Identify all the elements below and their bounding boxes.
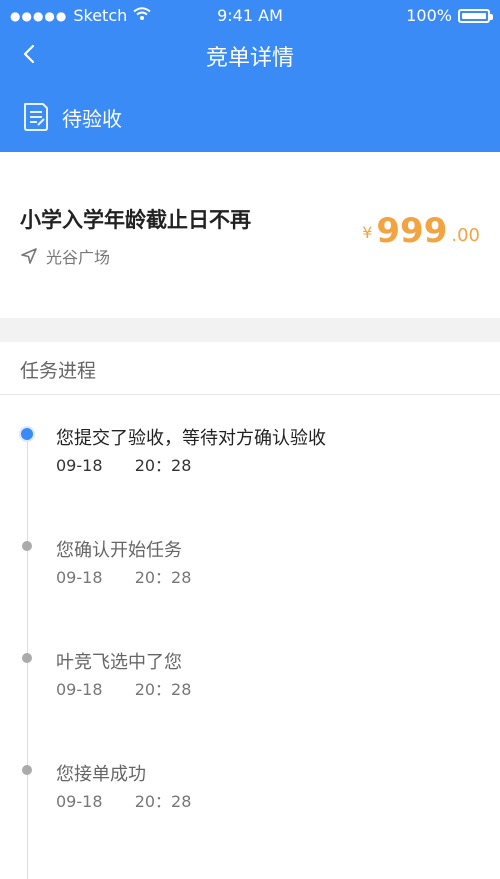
step-text: 叶竞飞选中了您 (56, 652, 182, 673)
price-symbol: ¥ (362, 223, 373, 242)
step-text: 您提交了验收，等待对方确认验收 (56, 428, 326, 449)
section-separator (0, 318, 500, 342)
page-title: 竞单详情 (205, 46, 294, 71)
step-date: 09-18 (56, 568, 103, 587)
step-text: 您接单成功 (56, 764, 146, 785)
status-label: 待验收 (62, 106, 122, 131)
step-date: 09-18 (56, 680, 103, 699)
step-datetime: 09-18 20：28 (56, 564, 191, 588)
timeline-dot (22, 653, 32, 663)
timeline-dot-active (21, 428, 33, 440)
battery-percent: 100% (406, 6, 452, 25)
document-icon (22, 102, 50, 132)
location-label: 光谷广场 (46, 248, 111, 267)
progress-title: 任务进程 (20, 360, 97, 382)
step-time: 20：28 (134, 456, 192, 475)
header: ●●●●● Sketch 9:41 AM 100% 竞单详情 待验收 (0, 0, 500, 152)
step-text: 您确认开始任务 (56, 540, 182, 561)
step-time: 20：28 (134, 792, 192, 811)
step-datetime: 09-18 20：28 (56, 788, 191, 812)
order-location: 光谷广场 (20, 244, 110, 268)
price-decimal: .00 (451, 225, 480, 246)
step-date: 09-18 (56, 792, 103, 811)
order-price: ¥ 999 .00 (362, 214, 480, 248)
step-date: 09-18 (56, 456, 103, 475)
divider (0, 394, 500, 395)
status-bar: ●●●●● Sketch 9:41 AM 100% (0, 0, 500, 30)
navigation-arrow-icon (21, 248, 37, 264)
timeline-dot (22, 765, 32, 775)
step-datetime: 09-18 20：28 (56, 452, 191, 476)
battery-icon (458, 8, 493, 23)
step-time: 20：28 (134, 680, 192, 699)
order-title: 小学入学年龄截止日不再 (20, 208, 251, 232)
step-datetime: 09-18 20：28 (56, 676, 191, 700)
price-integer: 999 (376, 211, 448, 251)
step-time: 20：28 (134, 568, 192, 587)
order-card[interactable]: 小学入学年龄截止日不再 光谷广场 ¥ 999 .00 (0, 152, 500, 318)
order-status: 待验收 (22, 102, 122, 132)
timeline-dot (22, 541, 32, 551)
